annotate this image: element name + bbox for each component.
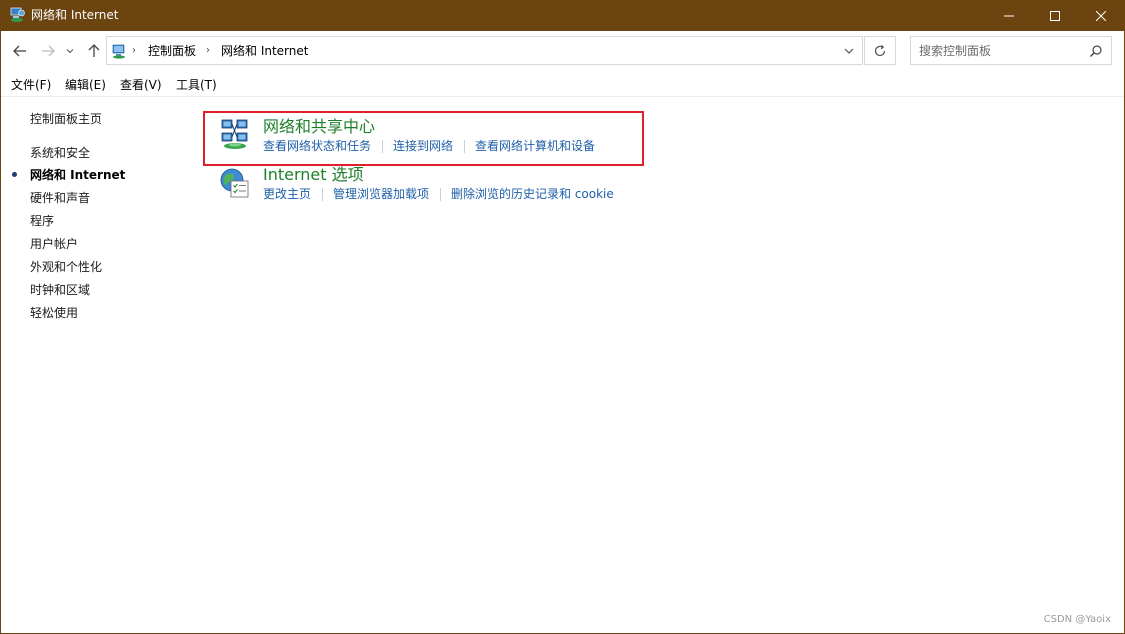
refresh-button[interactable]: [864, 36, 896, 65]
back-button[interactable]: [9, 40, 31, 62]
menu-file[interactable]: 文件(F): [11, 78, 51, 93]
window-frame-left: [0, 31, 1, 634]
link-change-homepage[interactable]: 更改主页: [263, 187, 311, 202]
up-button[interactable]: [83, 40, 105, 62]
minimize-button[interactable]: [986, 0, 1032, 31]
link-connect-to-network[interactable]: 连接到网络: [393, 139, 453, 154]
address-dropdown-icon[interactable]: [842, 44, 856, 58]
link-separator: [440, 188, 441, 201]
internet-options-icon: [220, 168, 249, 198]
sidebar-item-network-internet[interactable]: 网络和 Internet: [30, 168, 125, 183]
link-separator: [464, 140, 465, 153]
up-arrow-icon: [88, 44, 100, 57]
chevron-down-icon: [66, 49, 74, 54]
breadcrumb-separator: ›: [132, 45, 136, 56]
sidebar-item-programs[interactable]: 程序: [30, 214, 54, 229]
forward-arrow-icon: [42, 45, 55, 57]
sidebar-home[interactable]: 控制面板主页: [30, 112, 102, 127]
menu-tools[interactable]: 工具(T): [176, 78, 217, 93]
breadcrumb-separator: ›: [206, 45, 210, 56]
maximize-button[interactable]: [1032, 0, 1078, 31]
link-separator: [382, 140, 383, 153]
maximize-icon: [1050, 10, 1060, 21]
menu-edit[interactable]: 编辑(E): [65, 78, 106, 93]
link-separator: [322, 188, 323, 201]
window-title: 网络和 Internet: [31, 8, 119, 22]
breadcrumb-network-internet[interactable]: 网络和 Internet: [221, 43, 308, 59]
sidebar-item-system-security[interactable]: 系统和安全: [30, 146, 90, 161]
category-title-internet-options[interactable]: Internet 选项: [263, 165, 364, 185]
sidebar-item-user-accounts[interactable]: 用户帐户: [30, 237, 78, 252]
close-icon: [1096, 10, 1106, 21]
link-delete-history[interactable]: 删除浏览的历史记录和 cookie: [451, 187, 614, 202]
watermark: CSDN @Yaoix: [1043, 614, 1111, 625]
search-box[interactable]: [910, 36, 1112, 65]
sidebar-item-clock-region[interactable]: 时钟和区域: [30, 283, 90, 298]
network-sharing-center-icon: [221, 119, 248, 149]
menu-view[interactable]: 查看(V): [120, 78, 162, 93]
active-bullet: [12, 172, 17, 177]
link-view-network-status[interactable]: 查看网络状态和任务: [263, 139, 371, 154]
search-icon[interactable]: [1089, 44, 1103, 58]
back-arrow-icon: [13, 45, 26, 57]
sidebar-item-appearance[interactable]: 外观和个性化: [30, 260, 102, 275]
network-internet-icon: [10, 7, 25, 22]
menu-divider: [1, 96, 1124, 97]
category-title-network-sharing[interactable]: 网络和共享中心: [263, 117, 375, 137]
forward-button[interactable]: [37, 40, 59, 62]
link-view-network-computers[interactable]: 查看网络计算机和设备: [475, 139, 595, 154]
control-panel-icon: [112, 44, 125, 59]
sidebar-item-ease-of-access[interactable]: 轻松使用: [30, 306, 78, 321]
link-manage-addons[interactable]: 管理浏览器加载项: [333, 187, 429, 202]
address-bar[interactable]: › 控制面板 › 网络和 Internet: [106, 36, 863, 65]
minimize-icon: [1004, 15, 1014, 16]
refresh-icon: [874, 44, 886, 56]
menu-bar: 文件(F) 编辑(E) 查看(V) 工具(T): [0, 74, 1125, 96]
recent-locations-button[interactable]: [63, 40, 77, 62]
breadcrumb-control-panel[interactable]: 控制面板: [148, 43, 196, 59]
title-bar: 网络和 Internet: [0, 0, 1125, 31]
search-input[interactable]: [919, 42, 1084, 59]
close-button[interactable]: [1078, 0, 1124, 31]
sidebar-item-hardware-sound[interactable]: 硬件和声音: [30, 191, 90, 206]
